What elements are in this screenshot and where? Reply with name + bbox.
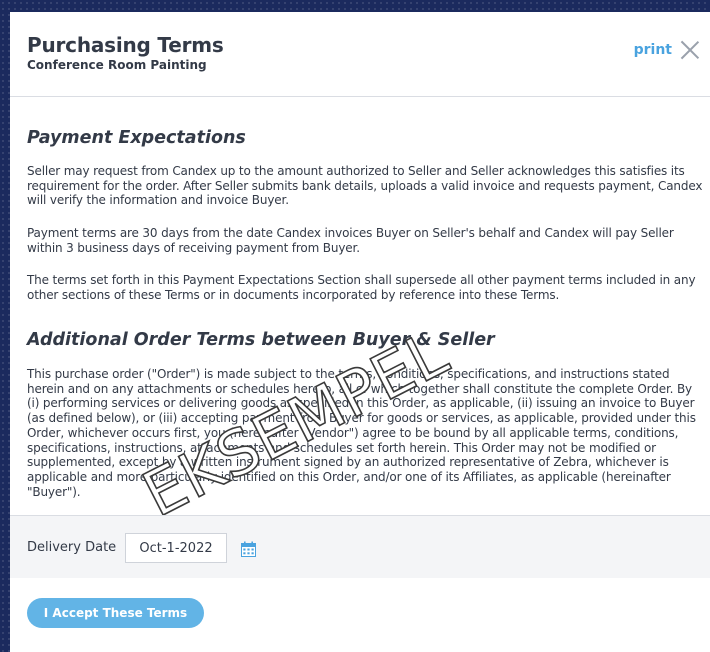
page-title: Purchasing Terms [27, 33, 224, 57]
section-title-additional: Additional Order Terms between Buyer & S… [27, 330, 495, 350]
delivery-date-label: Delivery Date [27, 540, 117, 555]
terms-body[interactable]: Payment Expectations Seller may request … [10, 97, 710, 515]
close-icon[interactable] [679, 38, 701, 60]
paragraph: Seller may request from Candex up to the… [27, 164, 703, 208]
accept-terms-button[interactable]: I Accept These Terms [27, 598, 204, 628]
modal-header: Purchasing Terms Conference Room Paintin… [10, 12, 710, 97]
section-title-payment: Payment Expectations [27, 128, 246, 148]
delivery-date-input[interactable] [125, 533, 227, 563]
print-link[interactable]: print [634, 42, 672, 58]
paragraph: Payment terms are 30 days from the date … [27, 226, 674, 255]
purchasing-terms-modal: Purchasing Terms Conference Room Paintin… [10, 12, 710, 652]
page-subtitle: Conference Room Painting [27, 58, 207, 72]
calendar-icon[interactable] [241, 541, 256, 557]
modal-footer: I Accept These Terms [10, 578, 710, 652]
paragraph: The terms set forth in this Payment Expe… [27, 273, 696, 302]
delivery-date-row: Delivery Date [10, 515, 710, 579]
paragraph: This purchase order ("Order") is made su… [27, 367, 696, 499]
